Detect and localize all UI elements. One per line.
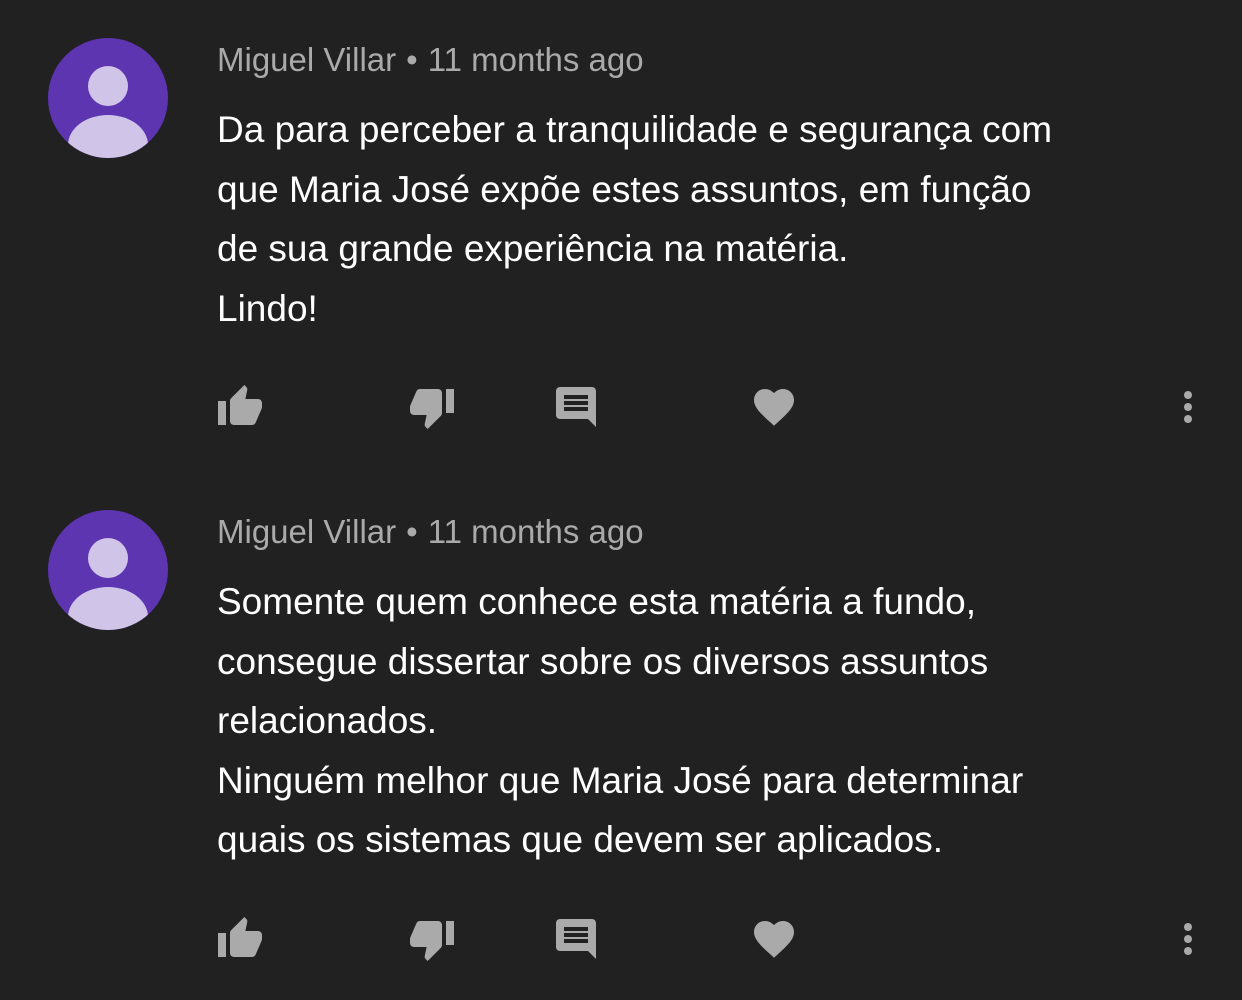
avatar[interactable] <box>48 510 168 630</box>
comment-actions <box>0 382 1242 432</box>
like-button[interactable] <box>215 382 265 432</box>
thumb-up-icon <box>216 915 264 963</box>
comment-line: que Maria José expõe estes assuntos, em … <box>217 168 1032 210</box>
thumb-up-icon <box>216 383 264 431</box>
comment-icon <box>552 915 600 963</box>
heart-icon <box>750 383 798 431</box>
comment-line: consegue dissertar sobre os diversos ass… <box>217 640 989 682</box>
avatar[interactable] <box>48 38 168 158</box>
comment-line: relacionados. <box>217 700 438 742</box>
avatar-head <box>88 538 128 578</box>
comment-line: Somente quem conhece esta matéria a fund… <box>217 581 976 622</box>
heart-button[interactable] <box>749 382 799 432</box>
more-options-button[interactable] <box>1163 382 1213 432</box>
thumb-down-icon <box>408 383 456 431</box>
comment-body: Da para perceber a tranquilidade e segur… <box>217 100 1207 338</box>
comment-meta: Miguel Villar • 11 months ago <box>217 510 644 554</box>
reply-button[interactable] <box>551 382 601 432</box>
meta-separator: • <box>406 513 418 550</box>
comment-body: Somente quem conhece esta matéria a fund… <box>217 572 1207 870</box>
comment-time: 11 months ago <box>427 41 644 78</box>
comment-line: quais os sistemas que devem ser aplicado… <box>217 819 943 861</box>
comment-author[interactable]: Miguel Villar <box>217 41 396 78</box>
dislike-button[interactable] <box>407 914 457 964</box>
reply-button[interactable] <box>551 914 601 964</box>
comment-icon <box>552 383 600 431</box>
more-options-button[interactable] <box>1163 914 1213 964</box>
comment-line: de sua grande experiência na matéria. <box>217 228 849 270</box>
comment-line: Lindo! <box>217 287 318 329</box>
comment-time: 11 months ago <box>427 513 644 550</box>
like-button[interactable] <box>215 914 265 964</box>
comment-author[interactable]: Miguel Villar <box>217 513 396 550</box>
meta-separator: • <box>406 41 418 78</box>
comment-line: Da para perceber a tranquilidade e segur… <box>217 109 1053 150</box>
avatar-shoulders <box>68 115 148 158</box>
comment-meta: Miguel Villar • 11 months ago <box>217 38 644 82</box>
avatar-shoulders <box>68 587 148 630</box>
comment-actions <box>0 914 1242 964</box>
thumb-down-icon <box>408 915 456 963</box>
comment-line: Ninguém melhor que Maria José para deter… <box>217 759 1024 801</box>
dislike-button[interactable] <box>407 382 457 432</box>
more-vert-icon <box>1164 383 1212 431</box>
avatar-head <box>88 66 128 106</box>
heart-icon <box>750 915 798 963</box>
more-vert-icon <box>1164 915 1212 963</box>
heart-button[interactable] <box>749 914 799 964</box>
